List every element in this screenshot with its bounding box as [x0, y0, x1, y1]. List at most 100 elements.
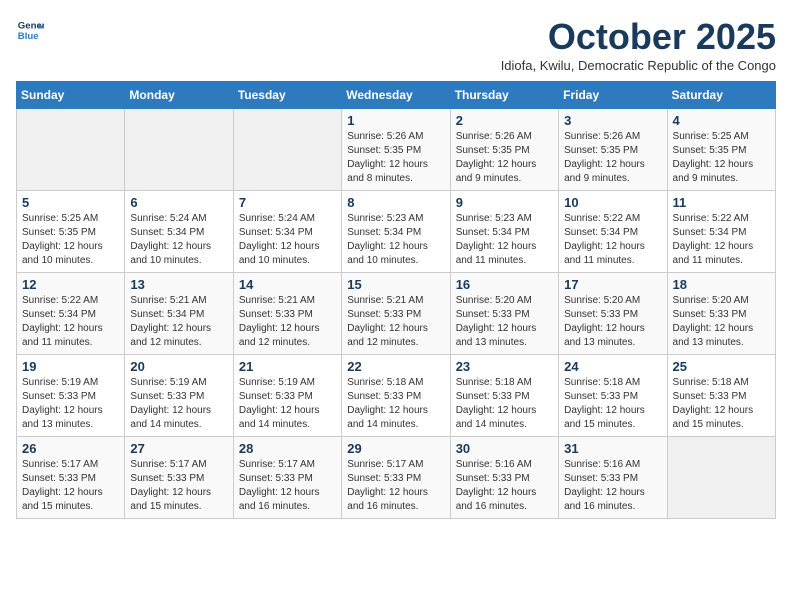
weekday-header-saturday: Saturday — [667, 82, 775, 109]
calendar-cell: 31Sunrise: 5:16 AM Sunset: 5:33 PM Dayli… — [559, 437, 667, 519]
day-info: Sunrise: 5:20 AM Sunset: 5:33 PM Dayligh… — [564, 294, 661, 350]
calendar-cell: 17 Sunrise: 5:20 AM Sunset: 5:33 PM Dayli… — [559, 273, 667, 355]
calendar-cell: 20 Sunrise: 5:19 AM Sunset: 5:33 PM Dayli… — [125, 355, 233, 437]
weekday-header-friday: Friday — [559, 82, 667, 109]
day-number: 30 — [456, 441, 553, 456]
day-number: 21 — [239, 359, 336, 374]
weekday-header-row: SundayMondayTuesdayWednesdayThursdayFrid… — [17, 82, 776, 109]
day-info: Sunrise: 5:19 AM Sunset: 5:33 PM Dayligh… — [22, 376, 119, 432]
calendar-cell: 7Sunrise: 5:24 AM Sunset: 5:34 PM Daylig… — [233, 191, 341, 273]
day-number: 14 — [239, 277, 336, 292]
day-number: 12 — [22, 277, 119, 292]
day-number: 13 — [130, 277, 227, 292]
day-number: 26 — [22, 441, 119, 456]
weekday-header-tuesday: Tuesday — [233, 82, 341, 109]
day-info: Sunrise: 5:24 AM Sunset: 5:34 PM Dayligh… — [239, 212, 336, 268]
calendar-cell: 12 Sunrise: 5:22 AM Sunset: 5:34 PM Dayli… — [17, 273, 125, 355]
weekday-header-thursday: Thursday — [450, 82, 558, 109]
calendar-cell: 1Sunrise: 5:26 AM Sunset: 5:35 PM Daylig… — [342, 109, 450, 191]
day-number: 2 — [456, 113, 553, 128]
day-number: 11 — [673, 195, 770, 210]
day-info: Sunrise: 5:17 AM Sunset: 5:33 PM Dayligh… — [130, 458, 227, 514]
day-info: Sunrise: 5:20 AM Sunset: 5:33 PM Dayligh… — [456, 294, 553, 350]
day-info: Sunrise: 5:19 AM Sunset: 5:33 PM Dayligh… — [239, 376, 336, 432]
calendar-cell: 14 Sunrise: 5:21 AM Sunset: 5:33 PM Dayli… — [233, 273, 341, 355]
day-number: 17 — [564, 277, 661, 292]
logo-icon: General Blue — [16, 16, 44, 44]
calendar-cell — [17, 109, 125, 191]
day-number: 24 — [564, 359, 661, 374]
calendar-cell: 30Sunrise: 5:16 AM Sunset: 5:33 PM Dayli… — [450, 437, 558, 519]
day-info: Sunrise: 5:26 AM Sunset: 5:35 PM Dayligh… — [564, 130, 661, 186]
calendar-cell: 10 Sunrise: 5:22 AM Sunset: 5:34 PM Dayli… — [559, 191, 667, 273]
weekday-header-sunday: Sunday — [17, 82, 125, 109]
calendar-cell — [233, 109, 341, 191]
day-number: 18 — [673, 277, 770, 292]
day-info: Sunrise: 5:22 AM Sunset: 5:34 PM Dayligh… — [22, 294, 119, 350]
svg-text:Blue: Blue — [18, 31, 39, 42]
calendar-cell: 29Sunrise: 5:17 AM Sunset: 5:33 PM Dayli… — [342, 437, 450, 519]
calendar-cell: 23 Sunrise: 5:18 AM Sunset: 5:33 PM Dayli… — [450, 355, 558, 437]
calendar-cell: 2 Sunrise: 5:26 AM Sunset: 5:35 PM Daylig… — [450, 109, 558, 191]
day-info: Sunrise: 5:18 AM Sunset: 5:33 PM Dayligh… — [673, 376, 770, 432]
day-number: 16 — [456, 277, 553, 292]
calendar-cell: 3 Sunrise: 5:26 AM Sunset: 5:35 PM Daylig… — [559, 109, 667, 191]
day-number: 23 — [456, 359, 553, 374]
calendar-cell: 16 Sunrise: 5:20 AM Sunset: 5:33 PM Dayli… — [450, 273, 558, 355]
day-info: Sunrise: 5:24 AM Sunset: 5:34 PM Dayligh… — [130, 212, 227, 268]
day-info: Sunrise: 5:25 AM Sunset: 5:35 PM Dayligh… — [673, 130, 770, 186]
weekday-header-wednesday: Wednesday — [342, 82, 450, 109]
day-info: Sunrise: 5:21 AM Sunset: 5:34 PM Dayligh… — [130, 294, 227, 350]
day-info: Sunrise: 5:17 AM Sunset: 5:33 PM Dayligh… — [347, 458, 444, 514]
calendar-cell: 19Sunrise: 5:19 AM Sunset: 5:33 PM Dayli… — [17, 355, 125, 437]
calendar-cell: 6Sunrise: 5:24 AM Sunset: 5:34 PM Daylig… — [125, 191, 233, 273]
calendar-cell: 18 Sunrise: 5:20 AM Sunset: 5:33 PM Dayli… — [667, 273, 775, 355]
subtitle: Idiofa, Kwilu, Democratic Republic of th… — [501, 58, 776, 73]
day-info: Sunrise: 5:22 AM Sunset: 5:34 PM Dayligh… — [564, 212, 661, 268]
calendar-cell: 11Sunrise: 5:22 AM Sunset: 5:34 PM Dayli… — [667, 191, 775, 273]
calendar-cell: 26 Sunrise: 5:17 AM Sunset: 5:33 PM Dayli… — [17, 437, 125, 519]
day-info: Sunrise: 5:18 AM Sunset: 5:33 PM Dayligh… — [456, 376, 553, 432]
week-row-5: 26 Sunrise: 5:17 AM Sunset: 5:33 PM Dayli… — [17, 437, 776, 519]
day-number: 1 — [347, 113, 444, 128]
calendar-cell: 15Sunrise: 5:21 AM Sunset: 5:33 PM Dayli… — [342, 273, 450, 355]
day-info: Sunrise: 5:26 AM Sunset: 5:35 PM Dayligh… — [456, 130, 553, 186]
day-info: Sunrise: 5:21 AM Sunset: 5:33 PM Dayligh… — [239, 294, 336, 350]
week-row-1: 1 Sunrise: 5:26 AM Sunset: 5:35 PM Daylig… — [17, 109, 776, 191]
calendar-cell: 24 Sunrise: 5:18 AM Sunset: 5:33 PM Dayli… — [559, 355, 667, 437]
calendar-cell: 8Sunrise: 5:23 AM Sunset: 5:34 PM Daylig… — [342, 191, 450, 273]
calendar-cell — [667, 437, 775, 519]
calendar-cell: 28 Sunrise: 5:17 AM Sunset: 5:33 PM Dayli… — [233, 437, 341, 519]
week-row-4: 19Sunrise: 5:19 AM Sunset: 5:33 PM Dayli… — [17, 355, 776, 437]
page-header: General Blue October 2025 Idiofa, Kwilu,… — [16, 16, 776, 73]
day-info: Sunrise: 5:17 AM Sunset: 5:33 PM Dayligh… — [239, 458, 336, 514]
day-number: 8 — [347, 195, 444, 210]
logo: General Blue — [16, 16, 44, 44]
calendar-cell: 25Sunrise: 5:18 AM Sunset: 5:33 PM Dayli… — [667, 355, 775, 437]
day-number: 20 — [130, 359, 227, 374]
day-number: 3 — [564, 113, 661, 128]
day-info: Sunrise: 5:18 AM Sunset: 5:33 PM Dayligh… — [564, 376, 661, 432]
day-number: 9 — [456, 195, 553, 210]
day-info: Sunrise: 5:25 AM Sunset: 5:35 PM Dayligh… — [22, 212, 119, 268]
day-number: 22 — [347, 359, 444, 374]
day-info: Sunrise: 5:19 AM Sunset: 5:33 PM Dayligh… — [130, 376, 227, 432]
calendar-cell: 5 Sunrise: 5:25 AM Sunset: 5:35 PM Daylig… — [17, 191, 125, 273]
week-row-3: 12 Sunrise: 5:22 AM Sunset: 5:34 PM Dayli… — [17, 273, 776, 355]
day-number: 28 — [239, 441, 336, 456]
day-number: 10 — [564, 195, 661, 210]
calendar-cell: 9Sunrise: 5:23 AM Sunset: 5:34 PM Daylig… — [450, 191, 558, 273]
calendar-cell: 22 Sunrise: 5:18 AM Sunset: 5:33 PM Dayli… — [342, 355, 450, 437]
day-info: Sunrise: 5:18 AM Sunset: 5:33 PM Dayligh… — [347, 376, 444, 432]
week-row-2: 5 Sunrise: 5:25 AM Sunset: 5:35 PM Daylig… — [17, 191, 776, 273]
calendar-cell — [125, 109, 233, 191]
day-number: 27 — [130, 441, 227, 456]
day-info: Sunrise: 5:20 AM Sunset: 5:33 PM Dayligh… — [673, 294, 770, 350]
calendar-cell: 4Sunrise: 5:25 AM Sunset: 5:35 PM Daylig… — [667, 109, 775, 191]
day-info: Sunrise: 5:21 AM Sunset: 5:33 PM Dayligh… — [347, 294, 444, 350]
day-info: Sunrise: 5:17 AM Sunset: 5:33 PM Dayligh… — [22, 458, 119, 514]
day-number: 31 — [564, 441, 661, 456]
weekday-header-monday: Monday — [125, 82, 233, 109]
day-number: 5 — [22, 195, 119, 210]
calendar-cell: 13 Sunrise: 5:21 AM Sunset: 5:34 PM Dayli… — [125, 273, 233, 355]
